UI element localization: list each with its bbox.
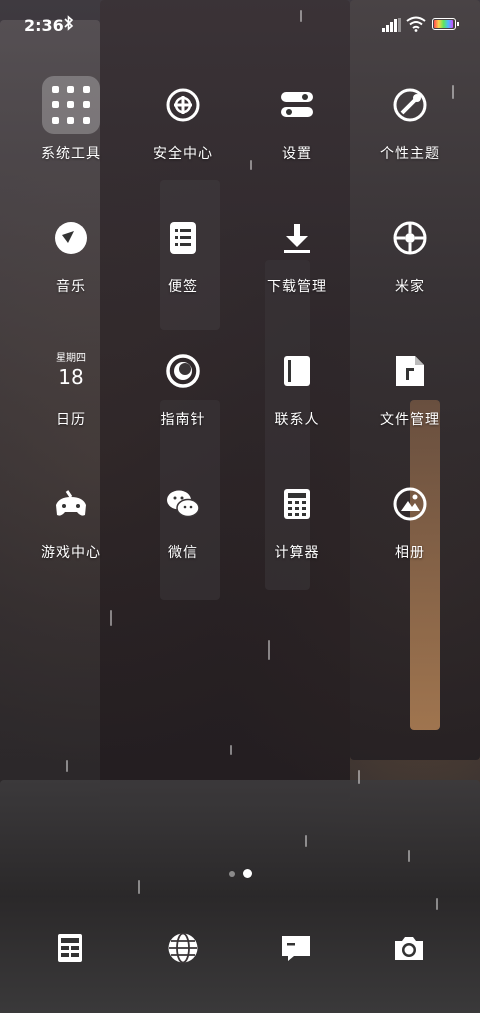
mijia-icon	[380, 208, 440, 268]
app-label: 指南针	[160, 412, 206, 428]
app-mijia[interactable]: 米家	[355, 208, 465, 296]
app-label: 日历	[56, 412, 86, 428]
battery-icon	[432, 18, 459, 30]
app-label: 便签	[168, 279, 198, 295]
calculator-icon	[267, 474, 327, 534]
app-label: 系统工具	[41, 146, 101, 162]
app-gallery[interactable]: 相册	[355, 474, 465, 562]
app-system-tools[interactable]: 系统工具	[16, 75, 126, 163]
page-dot-2[interactable]	[242, 869, 252, 878]
clock: 2:36	[24, 16, 64, 35]
theme-icon	[380, 75, 440, 135]
message-icon	[280, 934, 312, 966]
app-file-manager[interactable]: 文件管理	[355, 341, 465, 429]
app-label: 安全中心	[153, 146, 213, 162]
app-label: 音乐	[56, 279, 86, 295]
app-label: 文件管理	[380, 412, 440, 428]
home-screen: 2:36 系统工具 安全中心 设置 个性主题 音乐 便签 下载管理 米家 星期四…	[0, 0, 480, 1013]
settings-icon	[267, 75, 327, 135]
app-calendar[interactable]: 星期四 18 日历	[16, 341, 126, 429]
app-label: 下载管理	[267, 279, 327, 295]
globe-icon	[167, 932, 199, 968]
gamepad-icon	[41, 474, 101, 534]
app-wechat[interactable]: 微信	[128, 474, 238, 562]
app-settings[interactable]: 设置	[242, 75, 352, 163]
app-label: 计算器	[274, 545, 320, 561]
security-icon	[153, 75, 213, 135]
status-bar: 2:36	[0, 0, 480, 52]
signal-icon	[382, 18, 402, 32]
notes-icon	[153, 208, 213, 268]
app-security-center[interactable]: 安全中心	[128, 75, 238, 163]
page-indicator[interactable]	[0, 869, 480, 878]
app-music[interactable]: 音乐	[16, 208, 126, 296]
calendar-icon: 星期四 18	[41, 341, 101, 401]
app-label: 微信	[168, 545, 198, 561]
app-themes[interactable]: 个性主题	[355, 75, 465, 163]
app-label: 个性主题	[380, 146, 440, 162]
music-icon	[41, 208, 101, 268]
app-label: 米家	[395, 279, 425, 295]
gallery-icon	[380, 474, 440, 534]
app-notes[interactable]: 便签	[128, 208, 238, 296]
dock-browser[interactable]	[153, 920, 213, 980]
camera-icon	[393, 934, 425, 966]
calendar-weekday: 星期四	[56, 353, 86, 364]
dock-messages[interactable]	[266, 920, 326, 980]
bluetooth-icon	[64, 15, 74, 35]
app-game-center[interactable]: 游戏中心	[16, 474, 126, 562]
page-dot-1[interactable]	[228, 870, 235, 877]
compass-icon	[153, 341, 213, 401]
file-manager-icon	[380, 341, 440, 401]
dock-phone[interactable]	[40, 920, 100, 980]
app-compass[interactable]: 指南针	[128, 341, 238, 429]
contacts-icon	[267, 341, 327, 401]
calendar-day: 18	[58, 365, 84, 389]
wechat-icon	[153, 474, 213, 534]
app-label: 相册	[395, 545, 425, 561]
app-calculator[interactable]: 计算器	[242, 474, 352, 562]
dock-camera[interactable]	[379, 920, 439, 980]
phone-icon	[57, 933, 83, 967]
app-contacts[interactable]: 联系人	[242, 341, 352, 429]
app-label: 游戏中心	[41, 545, 101, 561]
download-icon	[267, 208, 327, 268]
app-label: 联系人	[274, 412, 320, 428]
app-downloads[interactable]: 下载管理	[242, 208, 352, 296]
app-label: 设置	[282, 146, 312, 162]
folder-icon	[42, 76, 100, 134]
wifi-icon	[406, 16, 426, 36]
